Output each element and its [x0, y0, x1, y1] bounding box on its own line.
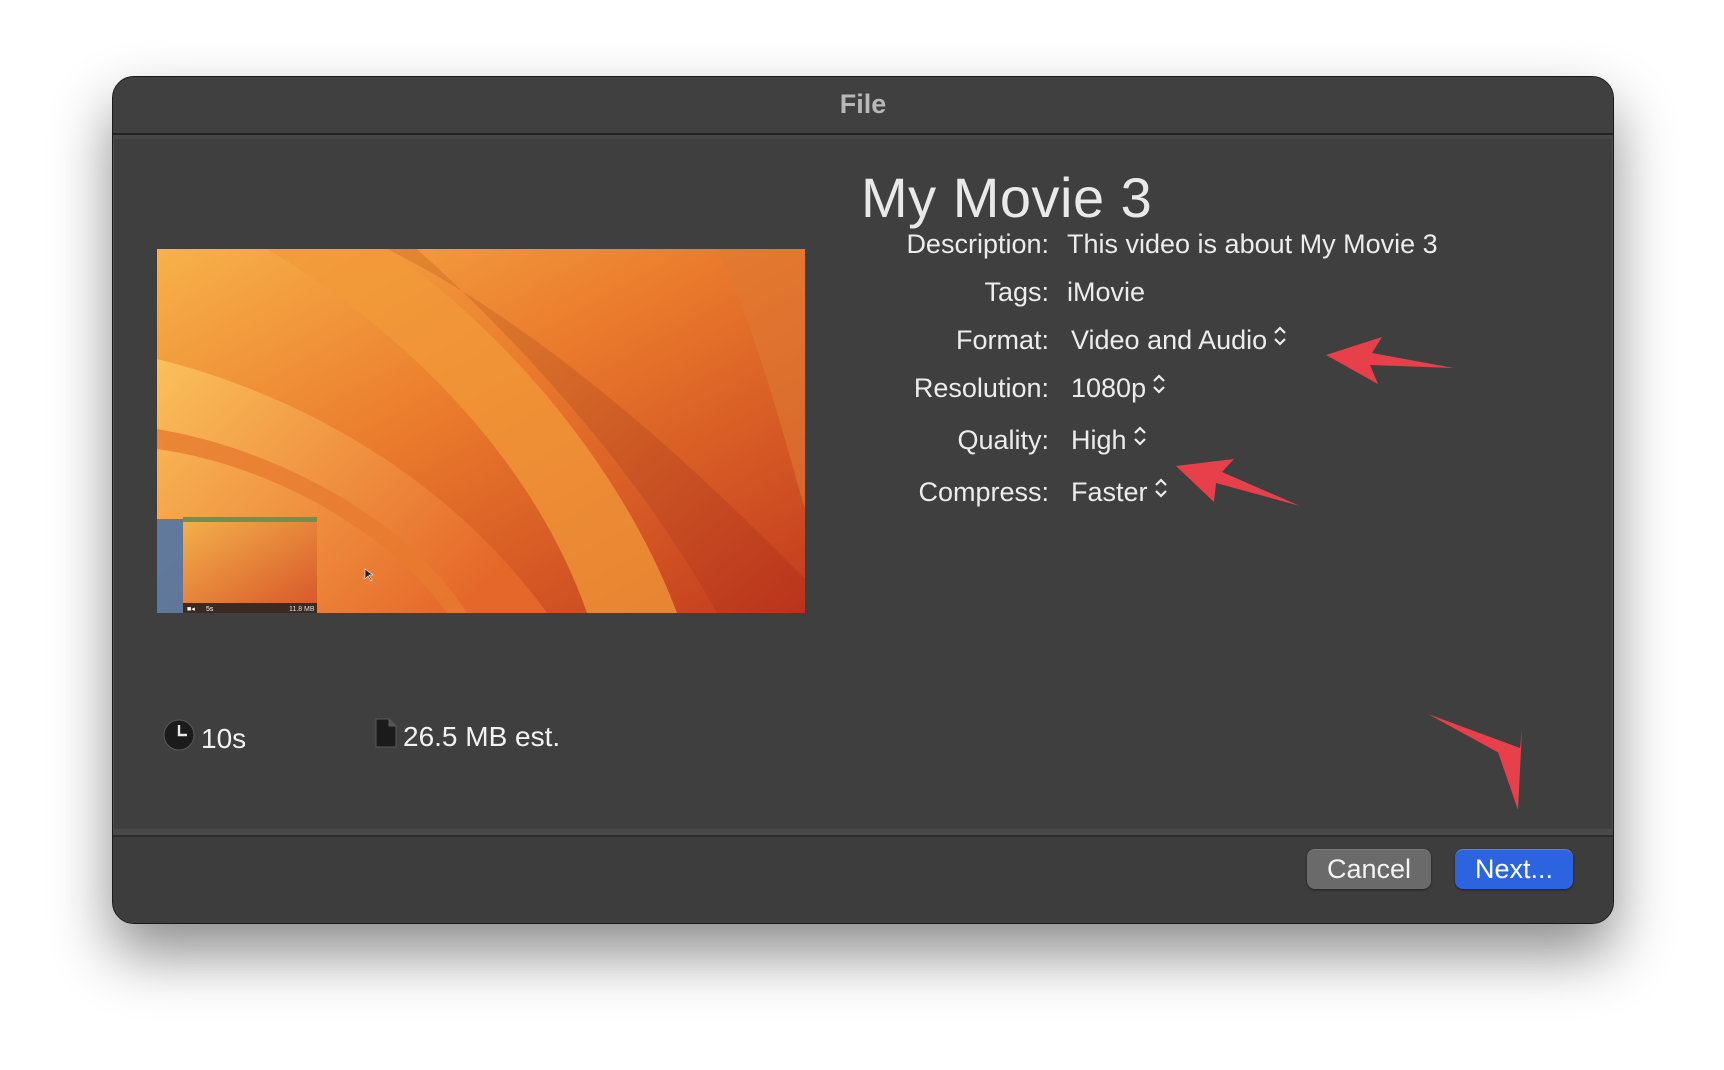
share-file-dialog: File ■◂ 5s 11.8 MB My Movie 3 Descriptio…: [112, 76, 1614, 924]
chevron-up-down-icon: [1273, 323, 1287, 354]
size-stat: 26.5 MB est.: [375, 718, 561, 755]
thumb-duration: 5s: [206, 606, 214, 613]
size-value: 26.5 MB est.: [403, 721, 561, 752]
wallpaper-image: ■◂ 5s 11.8 MB: [157, 249, 805, 613]
stage: File ■◂ 5s 11.8 MB My Movie 3 Descriptio…: [0, 0, 1724, 1070]
tags-field[interactable]: iMovie: [1067, 277, 1145, 308]
resolution-popup[interactable]: 1080p: [1071, 373, 1166, 404]
tags-label: Tags:: [984, 277, 1049, 307]
description-label: Description:: [906, 229, 1049, 259]
quality-popup[interactable]: High: [1071, 425, 1147, 456]
document-icon: [375, 718, 397, 755]
quality-value: High: [1071, 425, 1127, 455]
resolution-label: Resolution:: [913, 373, 1049, 403]
video-preview: ■◂ 5s 11.8 MB: [157, 249, 805, 613]
thumb-size: 11.8 MB: [289, 606, 315, 613]
compress-label: Compress:: [918, 477, 1049, 507]
chevron-up-down-icon: [1154, 475, 1168, 506]
thumb-camera-icon: ■◂: [187, 606, 195, 613]
format-popup[interactable]: Video and Audio: [1071, 325, 1287, 356]
title-divider: [113, 135, 1613, 139]
format-label: Format:: [955, 325, 1049, 355]
chevron-up-down-icon: [1152, 371, 1166, 402]
window-title: File: [839, 89, 887, 119]
duration-stat: 10s: [163, 719, 247, 758]
quality-label: Quality:: [957, 425, 1049, 455]
duration-value: 10s: [201, 723, 247, 754]
footer-divider: [113, 829, 1613, 837]
format-value: Video and Audio: [1071, 325, 1268, 355]
next-button[interactable]: Next...: [1455, 849, 1573, 889]
compress-value: Faster: [1071, 477, 1148, 507]
compress-popup[interactable]: Faster: [1071, 477, 1168, 508]
clock-icon: [163, 719, 195, 758]
movie-title[interactable]: My Movie 3: [861, 165, 1152, 230]
cancel-button[interactable]: Cancel: [1307, 849, 1431, 889]
resolution-value: 1080p: [1071, 373, 1147, 403]
description-field[interactable]: This video is about My Movie 3: [1067, 229, 1438, 260]
chevron-up-down-icon: [1133, 423, 1147, 454]
title-bar: File: [113, 77, 1613, 135]
